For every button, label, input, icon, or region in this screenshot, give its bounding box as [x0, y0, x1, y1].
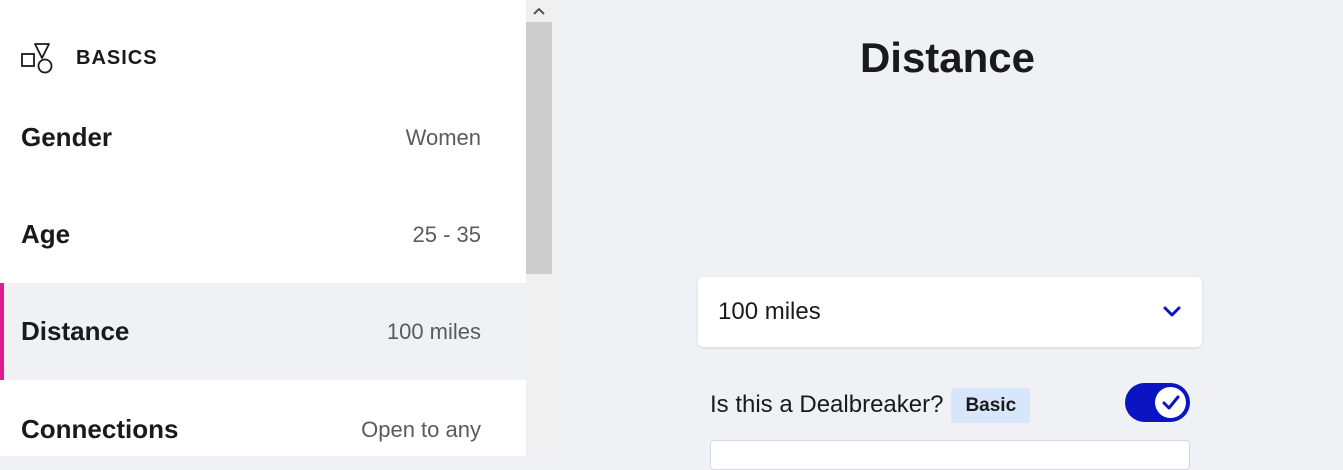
sidebar-item-distance[interactable]: Distance 100 miles — [0, 283, 526, 380]
shapes-icon — [21, 43, 53, 74]
sidebar-item-value: 25 - 35 — [412, 221, 482, 247]
sidebar-scrollbar[interactable] — [526, 0, 552, 456]
section-header: BASICS — [21, 40, 158, 76]
toggle-knob — [1155, 387, 1186, 418]
scroll-up-button[interactable] — [526, 0, 552, 22]
distance-select-value: 100 miles — [718, 298, 821, 325]
check-icon — [1162, 395, 1179, 409]
sidebar-item-label: Distance — [21, 316, 130, 346]
page-title: Distance — [859, 34, 1036, 81]
sidebar-item-label: Age — [21, 219, 71, 249]
dealbreaker-row: Is this a Dealbreaker? Basic — [710, 385, 1190, 425]
basic-badge: Basic — [951, 387, 1031, 423]
chevron-up-icon — [533, 7, 545, 15]
distance-select[interactable]: 100 miles — [698, 277, 1202, 347]
section-title: BASICS — [76, 46, 158, 69]
sidebar-item-value: Women — [405, 124, 481, 150]
sidebar-item-gender[interactable]: Gender Women — [0, 89, 526, 186]
chevron-down-icon — [1163, 306, 1181, 317]
sidebar-item-value: Open to any — [361, 416, 481, 442]
sidebar-item-value: 100 miles — [386, 318, 481, 344]
scrollbar-thumb[interactable] — [526, 22, 552, 274]
sidebar-item-connections[interactable]: Connections Open to any — [0, 381, 526, 456]
filters-sidebar: BASICS Gender Women Age 25 - 35 Distance… — [0, 0, 526, 456]
sidebar-item-label: Gender — [21, 122, 113, 152]
dealbreaker-label: Is this a Dealbreaker? — [710, 391, 944, 418]
dealbreaker-details-box — [710, 440, 1190, 470]
sidebar-item-label: Connections — [21, 414, 179, 444]
dealbreaker-toggle[interactable] — [1125, 383, 1190, 422]
sidebar-item-age[interactable]: Age 25 - 35 — [0, 186, 526, 283]
